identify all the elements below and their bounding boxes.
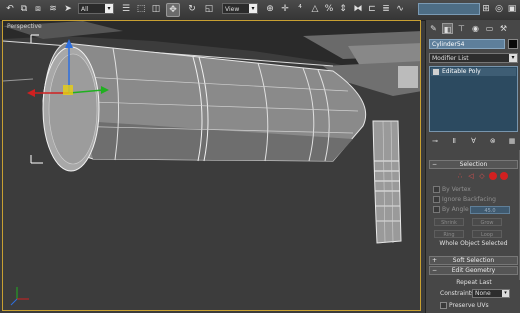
curve-editor-icon[interactable]: ∿: [394, 3, 406, 15]
command-panel: ✎ ◧ ⊤ ◉ ▭ ⚒ Cylinder54 Modifier List ▾ E…: [425, 20, 520, 313]
configure-modifiers-icon[interactable]: ▦: [506, 136, 518, 146]
modifier-list-label: Modifier List: [432, 55, 469, 62]
edit-geometry-title: Edit Geometry: [451, 267, 496, 274]
material-editor-icon[interactable]: ◎: [493, 3, 505, 15]
by-angle-label: By Angle: [442, 206, 469, 213]
bind-spacewarp-icon[interactable]: ≋: [47, 3, 59, 15]
select-manipulate-icon[interactable]: ✛: [279, 3, 291, 15]
repeat-last-button[interactable]: Repeat Last: [440, 278, 508, 287]
selection-status: Whole Object Selected: [439, 240, 508, 247]
stack-item-editable-poly[interactable]: Editable Poly: [431, 68, 516, 76]
spinner-snap-icon[interactable]: ⇕: [337, 3, 349, 15]
command-panel-tabs: ✎ ◧ ⊤ ◉ ▭ ⚒: [428, 22, 518, 34]
grow-button[interactable]: Grow: [472, 218, 502, 226]
pivot-icon[interactable]: ⊕: [264, 3, 276, 15]
vertex-level-icon[interactable]: ∴: [456, 172, 464, 180]
display-tab-icon[interactable]: ▭: [484, 23, 495, 34]
expand-icon[interactable]: [433, 69, 439, 75]
named-selection-field[interactable]: [418, 3, 480, 15]
modify-tab-icon[interactable]: ◧: [442, 22, 453, 34]
polygon-level-icon[interactable]: [489, 172, 497, 180]
render-setup-icon[interactable]: ▣: [506, 3, 518, 15]
loop-button[interactable]: Loop: [472, 230, 502, 238]
select-rotate-icon[interactable]: ↻: [186, 3, 198, 15]
viewport-scene: [3, 21, 420, 306]
angle-spinner[interactable]: 45.0: [470, 206, 510, 214]
stack-item-label: Editable Poly: [442, 68, 481, 75]
preserve-uvs-checkbox[interactable]: Preserve UVs: [440, 302, 489, 309]
selection-rollout-title: Selection: [459, 161, 488, 168]
modifier-list-dropdown[interactable]: Modifier List ▾: [429, 53, 518, 63]
by-angle-checkbox[interactable]: By Angle: [433, 206, 469, 213]
expand-icon: +: [432, 257, 438, 264]
motion-tab-icon[interactable]: ◉: [470, 23, 481, 34]
element-level-icon[interactable]: [500, 172, 508, 180]
collapse-icon: −: [432, 267, 438, 274]
select-scale-icon[interactable]: ◱: [203, 3, 215, 15]
edit-geometry-rollout-header[interactable]: − Edit Geometry: [429, 266, 518, 275]
align-icon[interactable]: ⊏: [366, 3, 378, 15]
main-toolbar: ↶ ⧉ ⧈ ≋ ➤ All ▾ ☰ ⬚ ◫ ✥ ↻ ◱ View ▾ ⊕ ✛ ⁴…: [0, 0, 520, 21]
modifier-stack[interactable]: Editable Poly: [429, 66, 518, 132]
schematic-view-icon[interactable]: ⊞: [480, 3, 492, 15]
layer-manager-icon[interactable]: ≣: [380, 3, 392, 15]
collapse-icon: −: [432, 161, 438, 168]
percent-snap-icon[interactable]: %: [323, 3, 335, 15]
hierarchy-tab-icon[interactable]: ⊤: [456, 23, 467, 34]
constraints-label: Constraints:: [440, 290, 477, 297]
selection-rollout-header[interactable]: − Selection: [429, 160, 518, 169]
constraints-dropdown[interactable]: None ▾: [472, 289, 510, 298]
snaps-icon[interactable]: ⁴: [294, 3, 306, 15]
selection-filter-value: All: [81, 6, 89, 13]
preserve-uvs-label: Preserve UVs: [449, 302, 489, 309]
selection-filter-dropdown[interactable]: All ▾: [78, 3, 114, 14]
chevron-down-icon: ▾: [509, 54, 517, 62]
window-crossing-icon[interactable]: ◫: [150, 3, 162, 15]
chevron-down-icon: ▾: [249, 4, 257, 13]
select-by-name-icon[interactable]: ☰: [120, 3, 132, 15]
reference-coordinate-dropdown[interactable]: View ▾: [222, 3, 258, 14]
angle-snap-icon[interactable]: △: [309, 3, 321, 15]
object-color-swatch[interactable]: [508, 39, 518, 49]
make-unique-icon[interactable]: ∀: [468, 136, 480, 146]
rect-selection-icon[interactable]: ⬚: [135, 3, 147, 15]
link-icon[interactable]: ⧉: [18, 3, 30, 15]
viewport-label[interactable]: Perspective: [7, 23, 42, 30]
chevron-down-icon: ▾: [502, 290, 509, 297]
soft-selection-title: Soft Selection: [452, 257, 495, 264]
ignore-backfacing-checkbox[interactable]: Ignore Backfacing: [433, 196, 496, 203]
by-vertex-label: By Vertex: [442, 186, 471, 193]
ring-button[interactable]: Ring: [434, 230, 464, 238]
constraints-value: None: [475, 290, 491, 297]
soft-selection-rollout-header[interactable]: + Soft Selection: [429, 256, 518, 265]
undo-icon[interactable]: ↶: [4, 3, 16, 15]
reference-coordinate-value: View: [225, 6, 240, 13]
ignore-backfacing-label: Ignore Backfacing: [442, 196, 496, 203]
by-vertex-checkbox[interactable]: By Vertex: [433, 186, 471, 193]
select-object-icon[interactable]: ➤: [62, 3, 74, 15]
stack-buttons: ⊸ Ⅱ ∀ ⊗ ▦: [429, 136, 518, 146]
perspective-viewport[interactable]: Perspective: [2, 20, 421, 311]
edge-level-icon[interactable]: ◁: [467, 172, 475, 180]
unlink-icon[interactable]: ⧈: [32, 3, 44, 15]
pin-stack-icon[interactable]: ⊸: [429, 136, 441, 146]
subobject-levels: ∴ ◁ ◇: [456, 172, 508, 180]
border-level-icon[interactable]: ◇: [478, 172, 486, 180]
select-move-icon[interactable]: ✥: [166, 3, 180, 17]
show-end-result-icon[interactable]: Ⅱ: [448, 136, 460, 146]
mirror-icon[interactable]: ⧓: [352, 3, 364, 15]
chevron-down-icon: ▾: [105, 4, 113, 13]
shrink-button[interactable]: Shrink: [434, 218, 464, 226]
utilities-tab-icon[interactable]: ⚒: [498, 23, 509, 34]
create-tab-icon[interactable]: ✎: [428, 23, 439, 34]
object-name-field[interactable]: Cylinder54: [429, 39, 505, 49]
remove-modifier-icon[interactable]: ⊗: [487, 136, 499, 146]
